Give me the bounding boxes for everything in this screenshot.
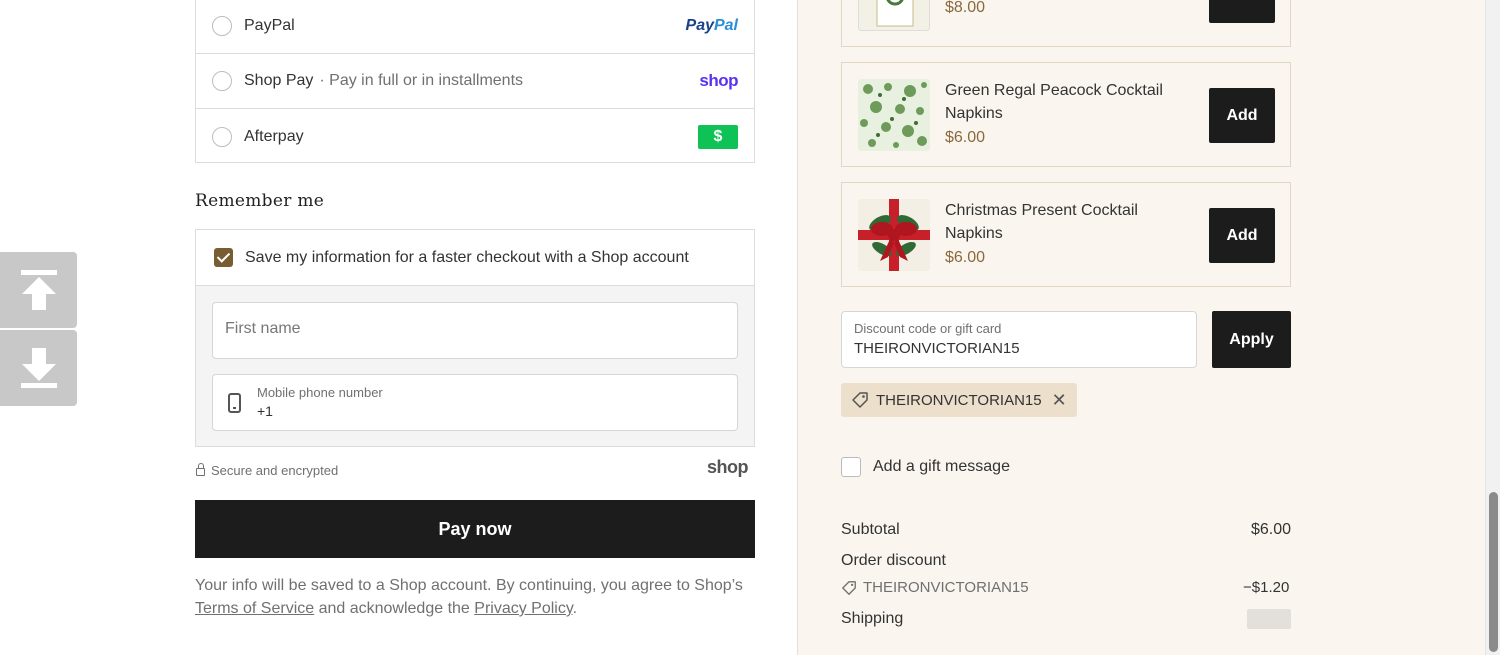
save-info-label: Save my information for a faster checkou…: [245, 248, 689, 266]
shipping-value-placeholder: [1247, 609, 1291, 629]
legal-text: Your info will be saved to a Shop accoun…: [195, 577, 743, 594]
page-scrollbar[interactable]: [1485, 0, 1500, 655]
tag-icon: [842, 580, 856, 595]
shipping-label: Shipping: [841, 610, 904, 627]
applied-discount-chip: THEIRONVICTORIAN15 ✕: [841, 383, 1077, 417]
payment-option-sublabel: · Pay in full or in installments: [319, 72, 524, 89]
gift-message-label: Add a gift message: [873, 458, 1010, 475]
remember-me-heading: Remember me: [195, 191, 325, 211]
tag-icon: [852, 392, 868, 408]
afterpay-radio[interactable]: [212, 126, 232, 147]
order-discount-code: THEIRONVICTORIAN15: [841, 579, 1029, 596]
phone-icon: [228, 393, 241, 413]
first-name-field[interactable]: [212, 302, 738, 359]
product-thumbnail: [858, 0, 930, 31]
upsell-item: Green Regal Peacock Cocktail Napkins $6.…: [841, 62, 1291, 167]
payment-methods: PayPal PayPal Shop Pay · Pay in full or …: [195, 0, 755, 163]
phone-label: Mobile phone number: [257, 385, 383, 400]
payment-option-label: PayPal: [244, 17, 295, 34]
legal-text: .: [572, 600, 578, 617]
subtotal-row: Subtotal $6.00: [841, 521, 1291, 539]
shop-pay-logo-icon: shop: [699, 71, 738, 90]
phone-input[interactable]: +1: [257, 403, 273, 419]
secure-notice: Secure and encrypted: [196, 463, 338, 478]
discount-amount: −$1.20: [1243, 579, 1290, 596]
payment-option-shop-pay[interactable]: Shop Pay · Pay in full or in installment…: [196, 54, 754, 109]
subtotal-label: Subtotal: [841, 521, 900, 538]
paypal-radio[interactable]: [212, 16, 232, 36]
save-info-row[interactable]: Save my information for a faster checkou…: [196, 230, 754, 286]
order-discount-row: Order discount: [841, 552, 1291, 570]
remove-discount-close-icon[interactable]: ✕: [1052, 390, 1067, 411]
applied-discount-code: THEIRONVICTORIAN15: [876, 391, 1042, 409]
save-info-checkbox[interactable]: [214, 248, 233, 267]
legal-text: and acknowledge the: [314, 600, 475, 617]
subtotal-value: $6.00: [1250, 521, 1291, 538]
product-thumbnail: [858, 199, 930, 271]
upsell-price: $8.00: [945, 0, 986, 16]
scroll-to-bottom-button[interactable]: [0, 330, 77, 406]
apply-discount-button[interactable]: Apply: [1212, 311, 1291, 368]
payment-option-label: Afterpay: [244, 127, 304, 145]
discount-code-input[interactable]: THEIRONVICTORIAN15: [854, 340, 1020, 357]
discount-code-text: THEIRONVICTORIAN15: [863, 579, 1029, 596]
shipping-row: Shipping: [841, 610, 1291, 628]
privacy-policy-link[interactable]: Privacy Policy: [474, 600, 572, 617]
scroll-to-top-button[interactable]: [0, 252, 77, 328]
add-button[interactable]: [1209, 0, 1275, 23]
scrollbar-thumb[interactable]: [1489, 492, 1498, 652]
order-discount-label: Order discount: [841, 552, 946, 569]
legal-notice: Your info will be saved to a Shop accoun…: [195, 574, 755, 620]
payment-option-afterpay[interactable]: Afterpay $: [196, 109, 754, 164]
order-summary-sidebar: $8.00 Green Regal Peacock Cocktail Napki…: [797, 0, 1485, 655]
discount-code-label: Discount code or gift card: [854, 321, 1002, 336]
secure-text: Secure and encrypted: [211, 463, 339, 478]
paypal-logo-icon: PayPal: [685, 17, 738, 34]
upsell-name: Christmas Present Cocktail Napkins: [945, 202, 1138, 242]
shop-logo-icon: shop: [707, 457, 749, 477]
arrow-down-icon: [20, 348, 57, 388]
remember-me-panel: Save my information for a faster checkou…: [195, 229, 755, 447]
discount-code-field[interactable]: Discount code or gift card THEIRONVICTOR…: [841, 311, 1197, 368]
gift-message-checkbox[interactable]: [841, 457, 861, 477]
pay-now-button[interactable]: Pay now: [195, 500, 755, 558]
upsell-price: $6.00: [945, 129, 986, 146]
lock-icon: [196, 463, 205, 476]
shop-pay-radio[interactable]: [212, 71, 232, 91]
payment-option-paypal[interactable]: PayPal PayPal: [196, 0, 754, 54]
upsell-name: Green Regal Peacock Cocktail Napkins: [945, 82, 1163, 122]
gift-message-row[interactable]: Add a gift message: [841, 457, 1010, 477]
upsell-price: $6.00: [945, 249, 986, 266]
payment-option-label: Shop Pay: [244, 72, 314, 89]
product-thumbnail: [858, 79, 930, 151]
mobile-phone-field[interactable]: Mobile phone number +1: [212, 374, 738, 431]
arrow-up-icon: [20, 270, 57, 310]
first-name-input[interactable]: [225, 320, 725, 338]
afterpay-logo-icon: $: [698, 124, 738, 149]
add-button[interactable]: Add: [1209, 208, 1275, 263]
terms-of-service-link[interactable]: Terms of Service: [195, 600, 314, 617]
add-button[interactable]: Add: [1209, 88, 1275, 143]
upsell-item: $8.00: [841, 0, 1291, 47]
upsell-item: Christmas Present Cocktail Napkins $6.00…: [841, 182, 1291, 287]
checkout-main: PayPal PayPal Shop Pay · Pay in full or …: [0, 0, 797, 655]
